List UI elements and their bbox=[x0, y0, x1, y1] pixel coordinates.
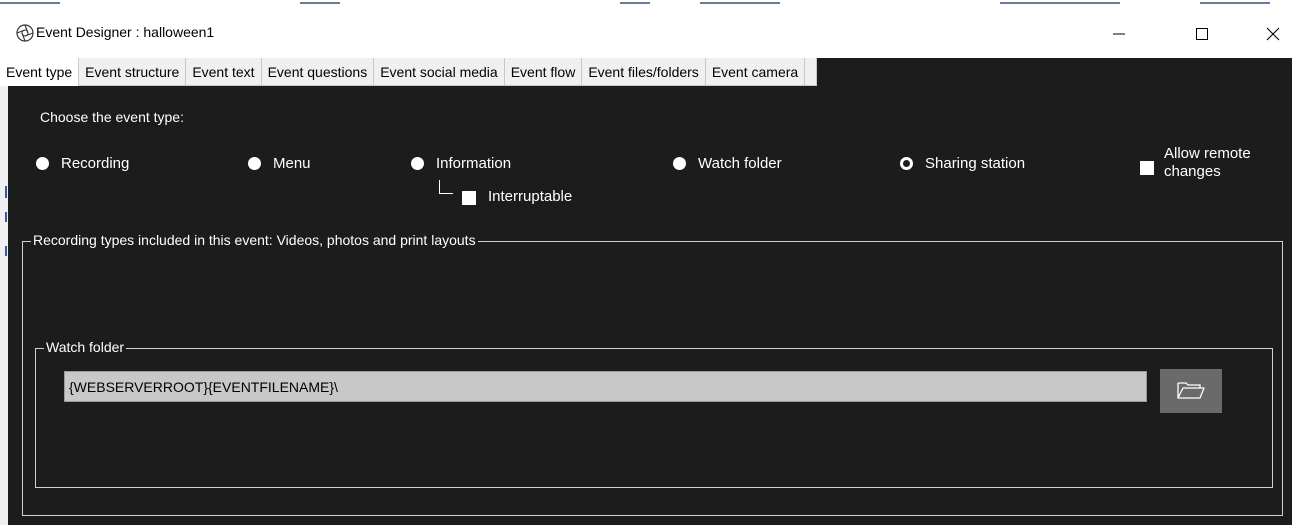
tab-strip-end bbox=[805, 58, 818, 86]
window-title: Event Designer : halloween1 bbox=[36, 24, 215, 40]
radio-menu-dot bbox=[248, 157, 261, 170]
folder-open-icon bbox=[1176, 380, 1206, 403]
radio-sharing-station-dot bbox=[900, 157, 913, 170]
desktop-strip bbox=[0, 0, 1292, 10]
watch-folder-group: Watch folder bbox=[35, 339, 1273, 488]
radio-menu-label: Menu bbox=[273, 155, 311, 172]
interruptable-box bbox=[462, 191, 476, 205]
radio-sharing-station-label: Sharing station bbox=[925, 155, 1026, 172]
allow-remote-label-line1: Allow remote bbox=[1164, 145, 1251, 162]
radio-sharing-station[interactable]: Sharing station bbox=[900, 155, 1025, 172]
minimize-button[interactable] bbox=[1100, 16, 1138, 52]
tab-event-type[interactable]: Event type bbox=[0, 58, 80, 86]
maximize-button[interactable] bbox=[1183, 16, 1221, 52]
tab-bar: Event type Event structure Event text Ev… bbox=[0, 58, 1292, 86]
allow-remote-label-line2: changes bbox=[1164, 163, 1221, 180]
watch-folder-legend: Watch folder bbox=[44, 339, 127, 355]
tab-event-flow[interactable]: Event flow bbox=[504, 58, 583, 86]
title-bar: Event Designer : halloween1 bbox=[0, 10, 1292, 58]
radio-watch-folder-dot bbox=[673, 157, 686, 170]
left-edge bbox=[0, 86, 8, 525]
radio-recording-dot bbox=[36, 157, 49, 170]
interruptable-label: Interruptable bbox=[488, 188, 573, 205]
tab-event-social-media[interactable]: Event social media bbox=[374, 58, 505, 86]
radio-recording[interactable]: Recording bbox=[36, 155, 129, 172]
tab-event-camera[interactable]: Event camera bbox=[705, 58, 806, 86]
close-button[interactable] bbox=[1254, 16, 1292, 52]
radio-information-dot bbox=[411, 157, 424, 170]
radio-information[interactable]: Information bbox=[411, 155, 511, 172]
radio-menu[interactable]: Menu bbox=[248, 155, 311, 172]
tab-event-text[interactable]: Event text bbox=[186, 58, 262, 86]
allow-remote-changes-checkbox[interactable]: Allow remote changes bbox=[1140, 145, 1251, 181]
browse-folder-button[interactable] bbox=[1160, 369, 1222, 413]
interruptable-checkbox[interactable]: Interruptable bbox=[462, 188, 572, 205]
tab-event-files-folders[interactable]: Event files/folders bbox=[582, 58, 706, 86]
radio-information-label: Information bbox=[436, 155, 512, 172]
watch-folder-path-input[interactable] bbox=[64, 371, 1147, 402]
tree-connector bbox=[439, 180, 453, 194]
allow-remote-changes-label: Allow remote changes bbox=[1164, 145, 1251, 181]
tab-event-structure[interactable]: Event structure bbox=[79, 58, 187, 86]
aperture-icon bbox=[16, 24, 34, 42]
recording-types-legend: Recording types included in this event: … bbox=[31, 232, 478, 248]
radio-watch-folder-label: Watch folder bbox=[698, 155, 782, 172]
allow-remote-changes-box bbox=[1140, 161, 1154, 175]
event-type-prompt: Choose the event type: bbox=[40, 109, 184, 125]
tab-event-questions[interactable]: Event questions bbox=[261, 58, 375, 86]
radio-watch-folder[interactable]: Watch folder bbox=[673, 155, 782, 172]
radio-recording-label: Recording bbox=[61, 155, 130, 172]
